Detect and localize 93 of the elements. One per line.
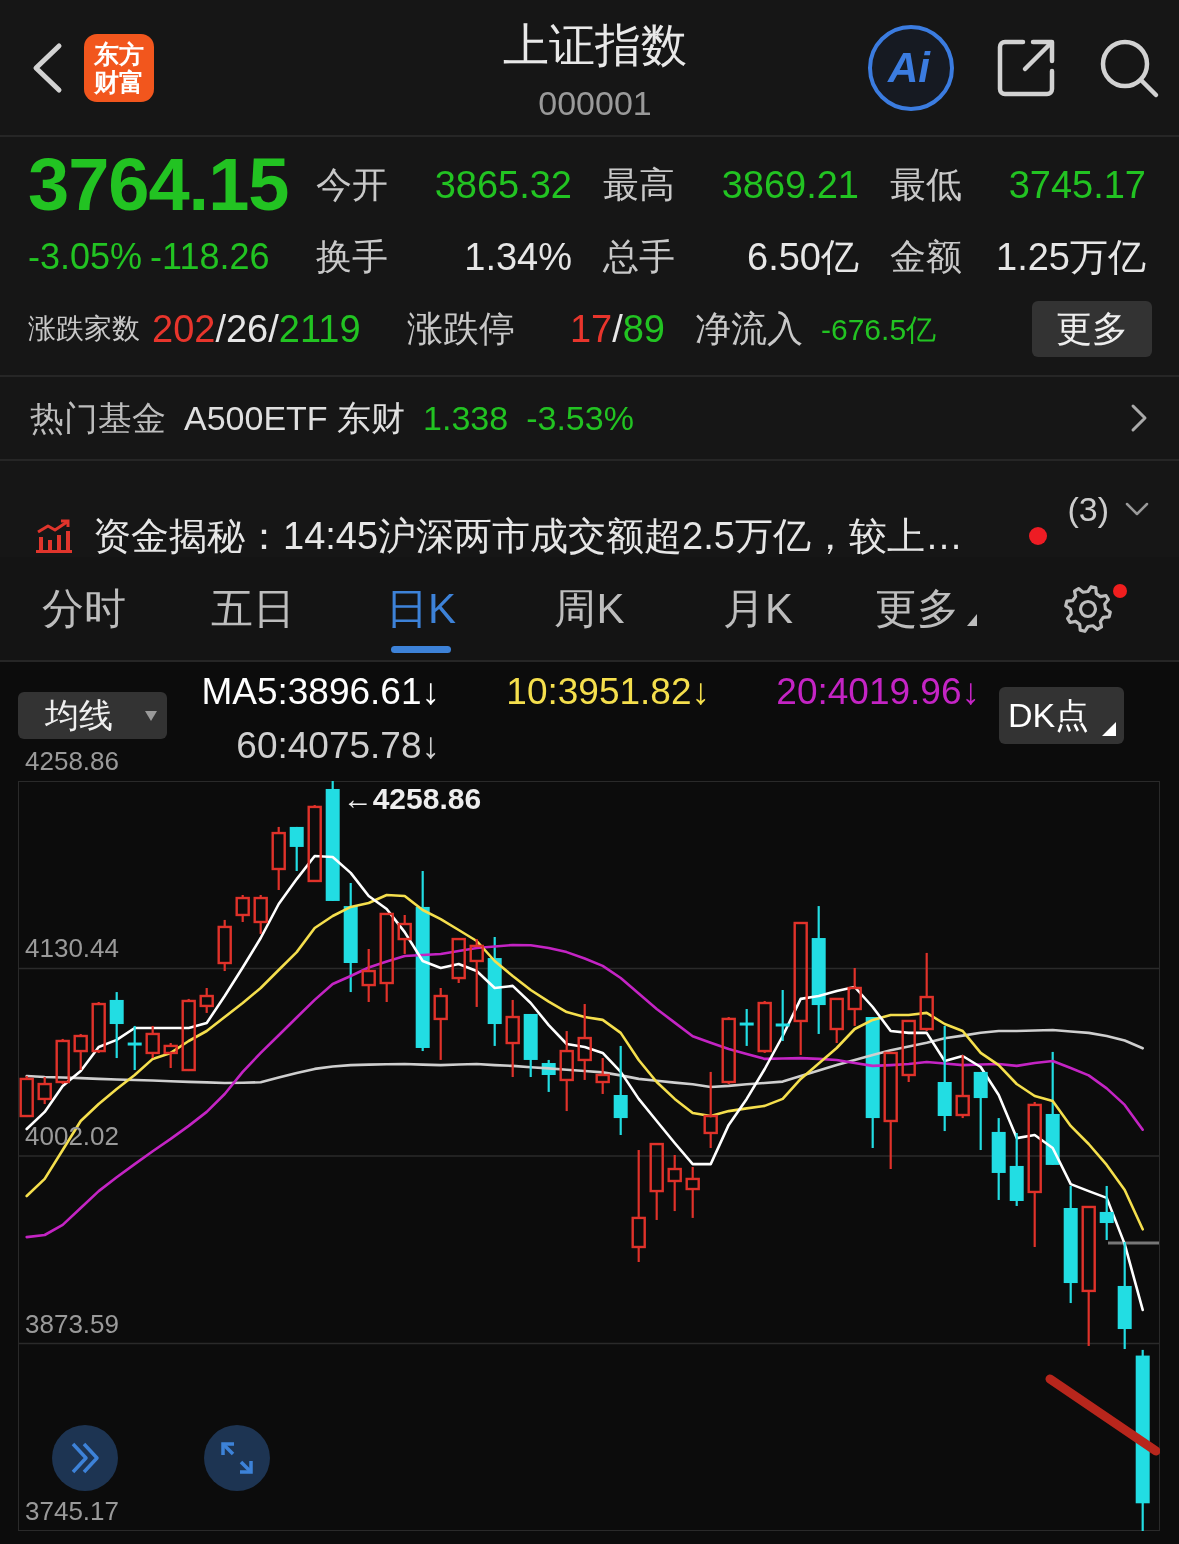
- chevron-down-icon: [1125, 502, 1149, 516]
- stat-label: 涨跌家数: [28, 312, 140, 346]
- stat-label: 总手: [603, 235, 675, 279]
- hollow-candlestick: [163, 1043, 178, 1068]
- dk-points-button[interactable]: DK点: [999, 687, 1124, 744]
- hollow-candlestick: [145, 1025, 160, 1059]
- stat-label: 最低: [890, 163, 962, 207]
- filled-candlestick: [739, 1009, 754, 1046]
- fund-section-label: 热门基金: [30, 397, 166, 439]
- hollow-candlestick: [73, 1033, 88, 1071]
- stat-label: 金额: [890, 235, 962, 279]
- ai-assistant-button[interactable]: Ai: [868, 24, 954, 111]
- limit-up-down-counts: 17/89: [569, 306, 665, 352]
- stat-value: 1.34%: [464, 234, 572, 280]
- stat-label: 净流入: [695, 307, 803, 351]
- hollow-candlestick: [199, 987, 214, 1013]
- expand-icon: [220, 1441, 254, 1475]
- stat-value: 3745.17: [1008, 162, 1146, 208]
- stat-label: 最高: [603, 163, 675, 207]
- fund-change: -3.53%: [526, 397, 634, 439]
- hollow-candlestick: [595, 1058, 610, 1094]
- fund-open-button[interactable]: [1130, 403, 1148, 433]
- hollow-candlestick: [217, 919, 232, 972]
- index-code: 000001: [537, 83, 653, 123]
- caret-icon: [967, 613, 978, 626]
- stat-label: 换手: [316, 235, 388, 279]
- price-value: 3764.15: [28, 149, 290, 221]
- change-amount: -118.26: [150, 235, 270, 279]
- period-tab[interactable]: 更多: [867, 557, 986, 660]
- chevron-right-icon: [1130, 403, 1148, 433]
- index-title: 上证指数: [503, 18, 687, 73]
- hollow-candlestick: [55, 1038, 70, 1085]
- short-marker-drawing: [1108, 1241, 1159, 1245]
- period-tab[interactable]: 日K: [378, 557, 465, 660]
- settings-button[interactable]: [1062, 583, 1127, 634]
- filled-candlestick: [289, 826, 304, 872]
- fund-name[interactable]: A500ETF 东财: [184, 392, 406, 444]
- moving-average-value: 60:4075.78↓: [235, 723, 440, 768]
- moving-average-value: 10:3951.82↓: [505, 669, 710, 714]
- hollow-candlestick: [757, 1000, 772, 1053]
- hollow-candlestick: [91, 1002, 106, 1053]
- hollow-candlestick: [469, 939, 484, 1007]
- app-logo: 东方财富: [84, 33, 154, 102]
- moving-average-value: MA5:3896.61↓: [200, 669, 440, 714]
- advance-decline-counts: 202/26/2119: [152, 306, 361, 352]
- stat-value: 3865.32: [434, 162, 572, 208]
- hollow-candlestick: [253, 894, 268, 934]
- stat-value: 3869.21: [721, 162, 859, 208]
- hollow-candlestick: [721, 1017, 736, 1085]
- hollow-candlestick: [19, 1076, 34, 1118]
- hollow-candlestick: [685, 1166, 700, 1218]
- axis-label: 3873.59: [25, 1308, 119, 1339]
- stat-value: 6.50亿: [747, 234, 859, 280]
- hollow-candlestick: [37, 1077, 52, 1105]
- period-tab[interactable]: 月K: [714, 557, 801, 660]
- settings-icon: [1062, 583, 1113, 634]
- hollow-candlestick: [361, 949, 376, 1002]
- hollow-candlestick: [667, 1155, 682, 1212]
- filled-candlestick: [541, 1059, 556, 1092]
- moving-average-value: 20:4019.96↓: [775, 669, 980, 714]
- hollow-candlestick: [235, 894, 250, 922]
- axis-label: 3745.17: [25, 1496, 119, 1526]
- hollow-candlestick: [847, 967, 862, 1026]
- hollow-candlestick: [397, 914, 412, 954]
- hollow-candlestick: [901, 1019, 916, 1082]
- filled-candlestick: [775, 990, 790, 1041]
- dropdown-caret-icon: [145, 710, 157, 721]
- filled-candlestick: [523, 1013, 538, 1078]
- more-button[interactable]: 更多: [1032, 301, 1152, 357]
- period-tab[interactable]: 分时: [34, 557, 135, 660]
- filled-candlestick: [127, 1025, 142, 1071]
- period-tab[interactable]: 周K: [546, 557, 633, 660]
- period-tab[interactable]: 五日: [202, 557, 303, 660]
- stat-label: 涨跌停: [407, 307, 515, 351]
- rising-chart-icon: [35, 519, 73, 553]
- high-price-label: ←4258.86: [342, 783, 482, 815]
- news-headline[interactable]: 资金揭秘：14:45沪深两市成交额超2.5万亿，较上…: [93, 515, 963, 557]
- hollow-candlestick: [271, 826, 286, 890]
- hollow-candlestick: [829, 997, 844, 1043]
- axis-label: 4258.86: [25, 746, 119, 776]
- indicator-dropdown[interactable]: 均线: [18, 692, 167, 739]
- axis-label: 4130.44: [25, 933, 119, 964]
- stat-label: 今开: [316, 163, 388, 207]
- filled-candlestick: [109, 992, 124, 1059]
- fund-price: 1.338: [423, 397, 509, 439]
- stat-value: 1.25万亿: [996, 234, 1146, 280]
- filled-candlestick: [1099, 1185, 1114, 1240]
- hollow-candlestick: [451, 937, 466, 983]
- net-inflow-value: -676.5亿: [821, 311, 937, 348]
- hollow-candlestick: [955, 1055, 970, 1119]
- news-expand-button[interactable]: (3): [1067, 461, 1149, 531]
- change-percent: -3.05%: [28, 235, 143, 279]
- corner-triangle-icon: [1102, 722, 1116, 736]
